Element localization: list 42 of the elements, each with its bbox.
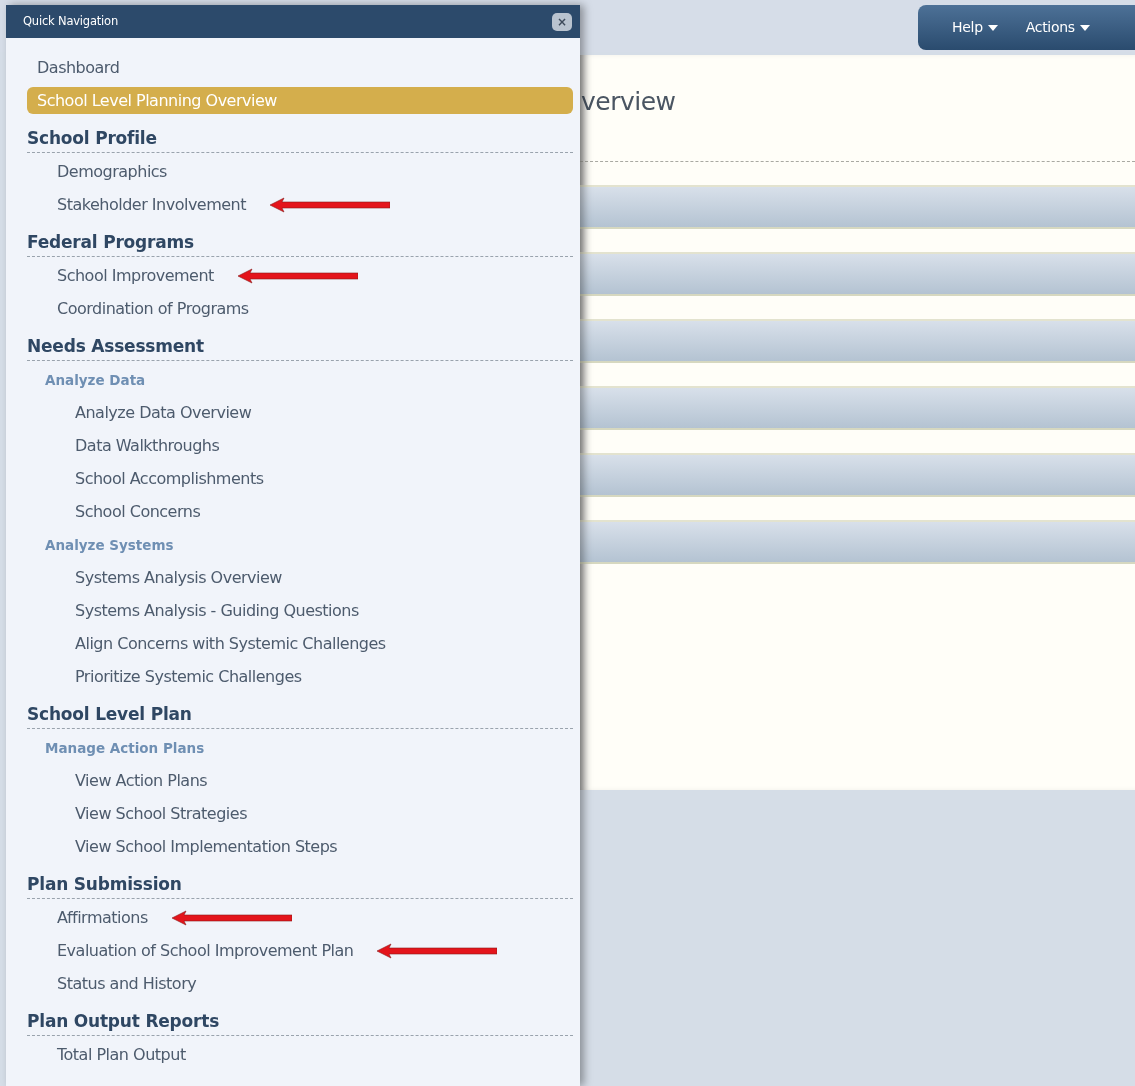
caret-icon bbox=[1079, 24, 1090, 31]
page-title: verview bbox=[580, 86, 677, 118]
nav-link[interactable]: View School Strategies bbox=[27, 797, 573, 830]
nav-link[interactable]: View School Implementation Steps bbox=[27, 830, 573, 863]
collapsible-bar[interactable] bbox=[580, 453, 1135, 497]
nav-link[interactable]: Coordination of Programs bbox=[27, 292, 573, 325]
collapsible-bar[interactable] bbox=[580, 386, 1135, 430]
nav-link[interactable]: View Action Plans bbox=[27, 764, 573, 797]
section-heading: Plan Submission bbox=[27, 871, 573, 899]
collapsible-bar[interactable] bbox=[580, 319, 1135, 363]
section-heading: School Level Plan bbox=[27, 701, 573, 729]
nav-link[interactable]: Status and History bbox=[27, 967, 573, 1000]
nav-link[interactable]: Affirmations bbox=[57, 905, 148, 930]
panel-title: Quick Navigation bbox=[23, 12, 118, 30]
section-heading: School Profile bbox=[27, 125, 573, 153]
section-heading: Needs Assessment bbox=[27, 333, 573, 361]
nav-link[interactable]: School Accomplishments bbox=[27, 462, 573, 495]
section-heading: Plan Output Reports bbox=[27, 1008, 573, 1036]
collapsible-bar[interactable] bbox=[580, 252, 1135, 296]
close-button[interactable]: × bbox=[552, 12, 572, 31]
collapsible-bar[interactable] bbox=[580, 185, 1135, 229]
nav-link[interactable]: Stakeholder Involvement bbox=[57, 192, 247, 217]
nav-link[interactable]: Evaluation of School Improvement Plan bbox=[57, 938, 354, 963]
nav-link[interactable]: School Concerns bbox=[27, 495, 573, 528]
nav-link[interactable]: Demographics bbox=[27, 155, 573, 188]
nav-link[interactable]: Systems Analysis Overview bbox=[27, 561, 573, 594]
caret-icon bbox=[987, 24, 998, 31]
group-heading: Analyze Data bbox=[44, 371, 147, 390]
nav-link[interactable]: Data Walkthroughs bbox=[27, 429, 573, 462]
menu-button[interactable]: Actions bbox=[1015, 5, 1100, 50]
group-heading: Manage Action Plans bbox=[44, 739, 206, 758]
menu-button[interactable]: Help bbox=[942, 5, 1008, 50]
nav-link[interactable]: Dashboard bbox=[27, 51, 573, 84]
section-heading: Federal Programs bbox=[27, 229, 573, 257]
nav-link[interactable]: Analyze Data Overview bbox=[27, 396, 573, 429]
nav-link[interactable]: Total Plan Output bbox=[27, 1038, 573, 1071]
nav-link[interactable]: Align Concerns with Systemic Challenges bbox=[27, 627, 573, 660]
nav-link[interactable]: Prioritize Systemic Challenges bbox=[27, 660, 573, 693]
group-heading: Analyze Systems bbox=[44, 536, 175, 555]
collapsible-bar[interactable] bbox=[580, 520, 1135, 564]
nav-link[interactable]: Systems Analysis - Guiding Questions bbox=[27, 594, 573, 627]
nav-link[interactable]: School Improvement bbox=[57, 263, 214, 288]
